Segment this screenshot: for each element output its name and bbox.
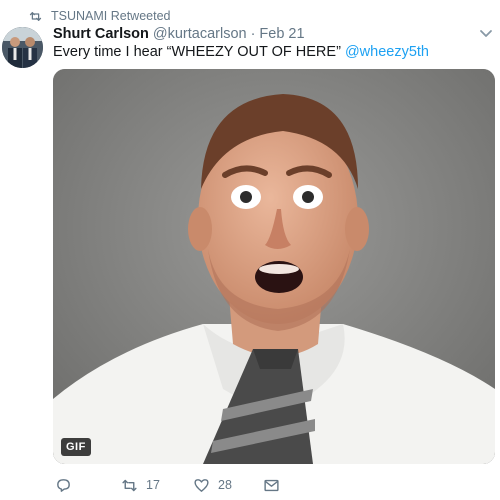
timestamp[interactable]: Feb 21 [259,26,304,42]
tweet-text: Every time I hear “WHEEZY OUT OF HERE” @… [53,42,493,62]
retweet-button[interactable]: 17 [121,477,160,494]
direct-message-button[interactable] [263,477,288,494]
gif-media[interactable]: GIF [53,69,495,464]
mention-link[interactable]: @wheezy5th [345,44,429,60]
tweet-text-body: Every time I hear “WHEEZY OUT OF HERE” [53,44,341,60]
avatar[interactable] [2,27,43,68]
heart-icon [194,478,209,492]
envelope-icon [264,479,279,491]
retweet-count: 17 [146,478,160,492]
tweet-actions: 17 28 [53,474,493,496]
separator-dot: · [250,26,256,42]
chevron-down-icon[interactable] [478,28,494,40]
author-name[interactable]: Shurt Carlson [53,26,149,42]
reply-icon [57,478,70,492]
author-handle[interactable]: @kurtacarlson [153,26,247,42]
retweeted-by-text: TSUNAMI Retweeted [51,9,171,23]
gif-still-image [53,69,495,464]
retweeted-by-banner[interactable]: TSUNAMI Retweeted [28,6,170,26]
reply-button[interactable] [55,477,80,494]
gif-badge: GIF [61,438,91,456]
like-button[interactable]: 28 [193,477,232,494]
like-count: 28 [218,478,232,492]
retweet-icon [122,479,137,491]
retweet-icon [29,11,42,21]
